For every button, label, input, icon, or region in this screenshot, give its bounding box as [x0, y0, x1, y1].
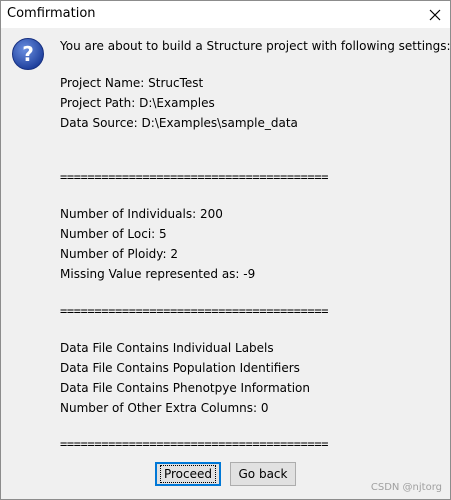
go-back-button[interactable]: Go back: [230, 462, 296, 486]
loci-line: Number of Loci: 5: [60, 227, 167, 241]
dialog-message: You are about to build a Structure proje…: [60, 39, 451, 53]
close-button[interactable]: [420, 1, 450, 28]
svg-text:?: ?: [22, 42, 34, 66]
population-identifiers-line: Data File Contains Population Identifier…: [60, 361, 300, 375]
watermark: CSDN @njtorg: [370, 482, 442, 493]
separator: =======================================: [60, 437, 329, 451]
go-back-label: Go back: [238, 467, 288, 481]
window-title: Comfirmation: [7, 6, 96, 21]
proceed-button[interactable]: Proceed: [155, 462, 221, 486]
individuals-line: Number of Individuals: 200: [60, 207, 223, 221]
ploidy-line: Number of Ploidy: 2: [60, 247, 178, 261]
project-path-line: Project Path: D:\Examples: [60, 96, 215, 110]
individual-labels-line: Data File Contains Individual Labels: [60, 341, 274, 355]
question-icon: ?: [12, 38, 44, 70]
proceed-label: Proceed: [159, 465, 217, 483]
data-source-line: Data Source: D:\Examples\sample_data: [60, 116, 298, 130]
project-name-line: Project Name: StrucTest: [60, 76, 204, 90]
title-bar: Comfirmation: [1, 1, 450, 28]
confirmation-dialog: Comfirmation ? You are about to build a …: [0, 0, 451, 500]
extra-columns-line: Number of Other Extra Columns: 0: [60, 401, 269, 415]
separator: =======================================: [60, 304, 329, 318]
phenotype-information-line: Data File Contains Phenotpye Information: [60, 381, 311, 395]
missing-value-line: Missing Value represented as: -9: [60, 267, 256, 281]
separator: =======================================: [60, 170, 329, 184]
close-icon: [429, 9, 441, 20]
